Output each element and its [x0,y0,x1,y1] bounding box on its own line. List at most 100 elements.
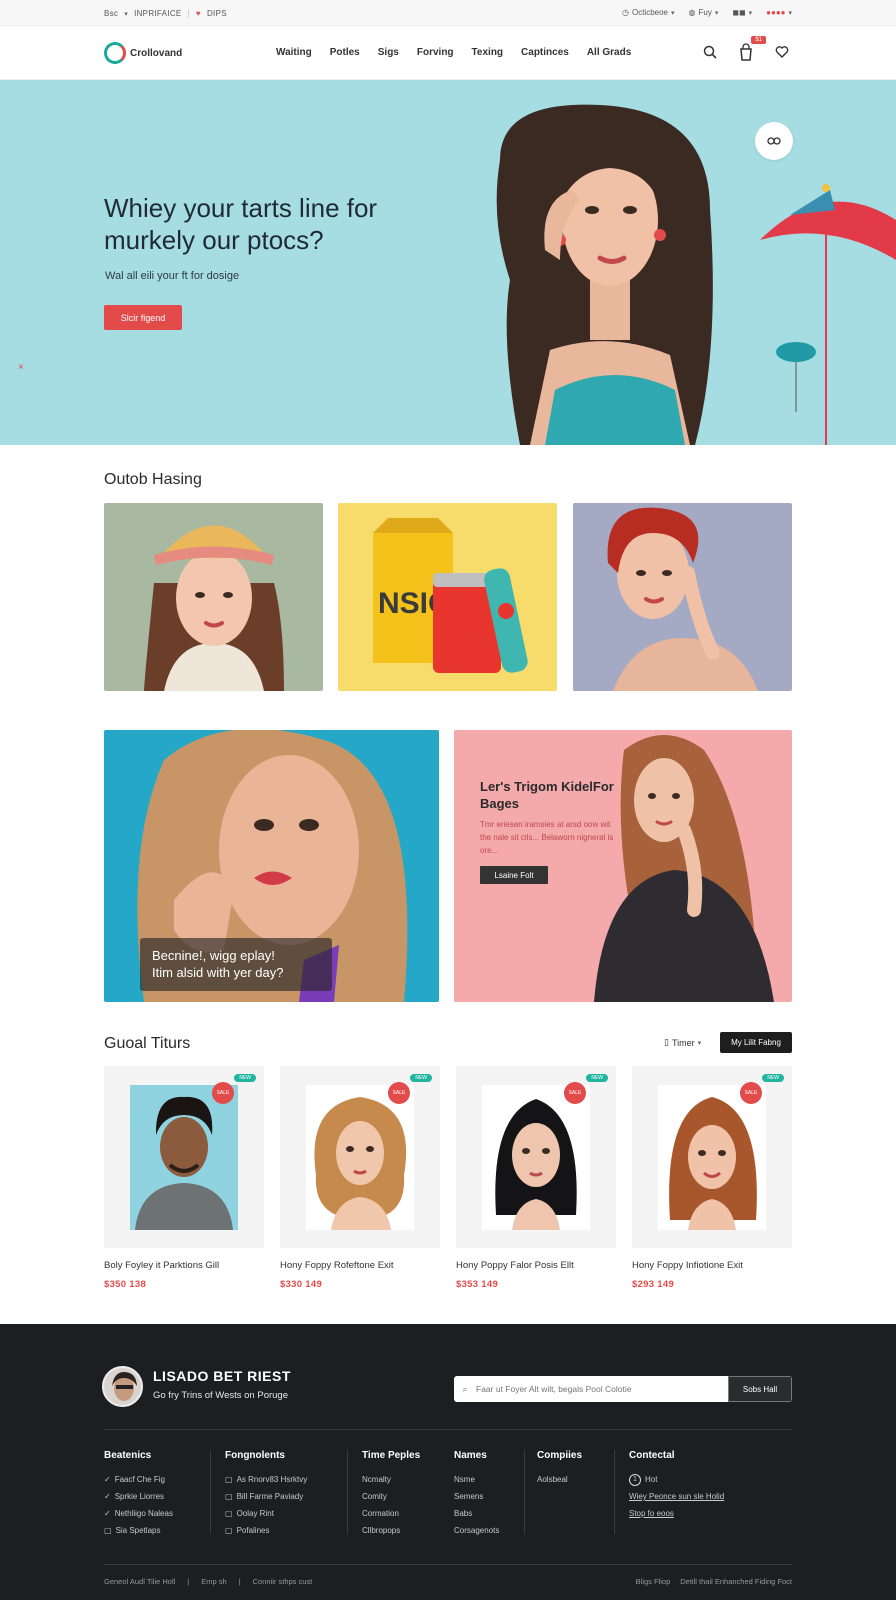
footer-link[interactable]: ✓ Nethliigo Naleas [104,1505,173,1522]
footer-column-separator [524,1450,525,1534]
footer-column-title: Names [454,1450,487,1461]
nav-item-5[interactable]: Texing [472,47,503,58]
category-card-bags[interactable]: NSIO [338,503,557,691]
topbar-link-b[interactable]: INPRIFAICE [134,9,181,18]
footer-link[interactable]: Stop fo eoos [629,1505,724,1522]
category-image: NSIO [338,503,557,691]
cart-count-badge: $1 [751,36,766,44]
nav-item-4[interactable]: Forving [417,47,454,58]
search-icon[interactable] [700,42,720,62]
footer-link[interactable]: Wiey Peonce sun sle Holid [629,1488,724,1505]
product-name[interactable]: Hony Foppy Infiotione Exit [632,1260,792,1271]
product-image-frame: NEW SALE [280,1066,440,1248]
check-icon: ✓ [104,1492,111,1501]
nav-item-3[interactable]: Sigs [378,47,399,58]
footer-link[interactable]: ▢ Pofalines [225,1522,307,1539]
footer-link[interactable]: 1 Hot [629,1471,724,1488]
footer-link[interactable]: Comity [362,1488,420,1505]
product-name[interactable]: Hony Foppy Rofeftone Exit [280,1260,440,1271]
heart-outline-icon[interactable] [772,42,792,62]
product-price: $353 149 [456,1279,499,1290]
footer-link[interactable]: ▢ Sia Spetlaps [104,1522,173,1539]
sort-button[interactable]: My Lilit Fabng [720,1032,792,1053]
product-image [482,1085,590,1230]
promo-banner-right[interactable]: Ler's Trigom KidelFor Bages Tmr eriesen … [454,730,792,1002]
product-card[interactable]: NEW SALE Hony Foppy Infiotione Exit $293… [632,1066,792,1290]
product-name[interactable]: Hony Poppy Falor Posis Ellt [456,1260,616,1271]
new-badge: NEW [234,1074,256,1082]
newsletter-submit-button[interactable]: Sobs Hall [728,1376,792,1402]
footer-bottom-link[interactable]: Emp sh [201,1577,226,1586]
footer-bottom-link[interactable]: Bligs Fliop [636,1577,671,1586]
footer-link[interactable]: Cormation [362,1505,420,1522]
topbar-link-c[interactable]: DIPS [207,9,227,18]
product-card[interactable]: NEW SALE Hony Poppy Falor Posis Ellt $35… [456,1066,616,1290]
topbar-left: Bsc ▾ INPRIFAICE | ♥ DIPS [104,9,227,18]
sale-badge: SALE [564,1082,586,1104]
logo[interactable]: Crollovand [104,42,182,64]
close-icon[interactable]: × [18,362,24,373]
promo-right-button[interactable]: Lsaine Folt [480,866,548,884]
topbar-right: ◷ Octicbeoe ▾ ◍ Fuy ▾ ◼◼ ▾ ●●●● ▾ [622,8,792,17]
footer-link[interactable]: Cllbropops [362,1522,420,1539]
footer-link[interactable]: ✓ Sprkie Liorres [104,1488,173,1505]
box-icon: ▢ [104,1526,112,1535]
category-card-redhead[interactable] [573,503,792,691]
promo-banner-left[interactable]: Becnine!, wigg eplay! Itim alsid with ye… [104,730,439,1002]
footer-link[interactable]: ▢ As Rnorv83 Hsrktvy [225,1471,307,1488]
currency-label: Octicbeoe [631,8,668,17]
nav-item-2[interactable]: Potles [330,47,360,58]
product-price: $330 149 [280,1279,323,1290]
footer-column: Beatenics ✓ Faacf Che Fig ✓ Sprkie Liorres… [104,1450,173,1539]
new-badge: NEW [586,1074,608,1082]
nav-item-6[interactable]: Captinces [521,47,569,58]
product-card[interactable]: NEW SALE Boly Foyley it Parktions Gill $… [104,1066,264,1290]
footer-link[interactable]: ▢ Bill Farme Paviady [225,1488,307,1505]
footer-bottom-right: Bligs Fliop Detill thail Enhanched Fidin… [636,1577,792,1586]
currency-select[interactable]: ◷ Octicbeoe ▾ [622,8,675,17]
nav-item-1[interactable]: Waiting [276,47,312,58]
footer-link[interactable]: Babs [454,1505,499,1522]
footer-bottom-link[interactable]: Detill thail Enhanched Fiding Foct [680,1577,792,1586]
nav-item-7[interactable]: All Grads [587,47,631,58]
link-icon [767,137,781,145]
floating-action-button[interactable] [755,122,793,160]
footer: LISADO BET RIEST Go fry Trins of Wests o… [0,1324,896,1600]
footer-column: Names Nsme Semens Babs Corsagenots [454,1450,499,1539]
sort-label: Timer [671,1037,695,1048]
newsletter-form: ⌕ Sobs Hall [454,1376,792,1402]
flag-icon: ◼◼ [732,8,746,17]
product-image [130,1085,238,1230]
footer-link[interactable]: ▢ Oolay Rint [225,1505,307,1522]
hero-cta-button[interactable]: Slcir figend [104,305,182,330]
flag-select[interactable]: ◼◼ ▾ [732,8,752,17]
footer-link[interactable]: Nsme [454,1471,499,1488]
category-card-hat[interactable] [104,503,323,691]
topbar-link-a[interactable]: Bsc [104,9,118,18]
footer-bottom-link[interactable]: Geneol Audl Tilie Holl [104,1577,175,1586]
footer-bottom-links: Geneol Audl Tilie Holl | Emp sh | Connii… [104,1577,312,1586]
footer-link[interactable]: Semens [454,1488,499,1505]
search-icon: ⌕ [462,1383,468,1394]
footer-link-label: Oolay Rint [236,1509,274,1518]
sort-select[interactable]: ▯ Timer ▾ [664,1037,701,1048]
footer-link[interactable]: Aolsbeal [537,1471,582,1488]
info-circle-icon: 1 [629,1473,641,1486]
footer-link-label: Sprkie Liorres [114,1492,165,1501]
chevron-down-icon: ▾ [124,10,129,18]
footer-link[interactable]: ✓ Faacf Che Fig [104,1471,173,1488]
product-card[interactable]: NEW SALE Hony Foppy Rofeftone Exit $330 … [280,1066,440,1290]
cart-icon[interactable]: $1 [736,36,766,62]
product-name[interactable]: Boly Foyley it Parktions Gill [104,1260,264,1271]
footer-link[interactable]: Corsagenots [454,1522,499,1539]
footer-column-separator [210,1450,211,1534]
chevron-down-icon: ▾ [697,1039,702,1047]
hero-model-image [496,104,713,445]
footer-bottom-link[interactable]: Conniir sthps cust [253,1577,313,1586]
account-icons: ●●●● [766,8,786,17]
box-icon: ▢ [225,1526,233,1535]
account-select[interactable]: ●●●● ▾ [766,8,792,17]
newsletter-input[interactable] [476,1384,728,1394]
footer-link[interactable]: Ncmalty [362,1471,420,1488]
language-select[interactable]: ◍ Fuy ▾ [689,8,719,17]
